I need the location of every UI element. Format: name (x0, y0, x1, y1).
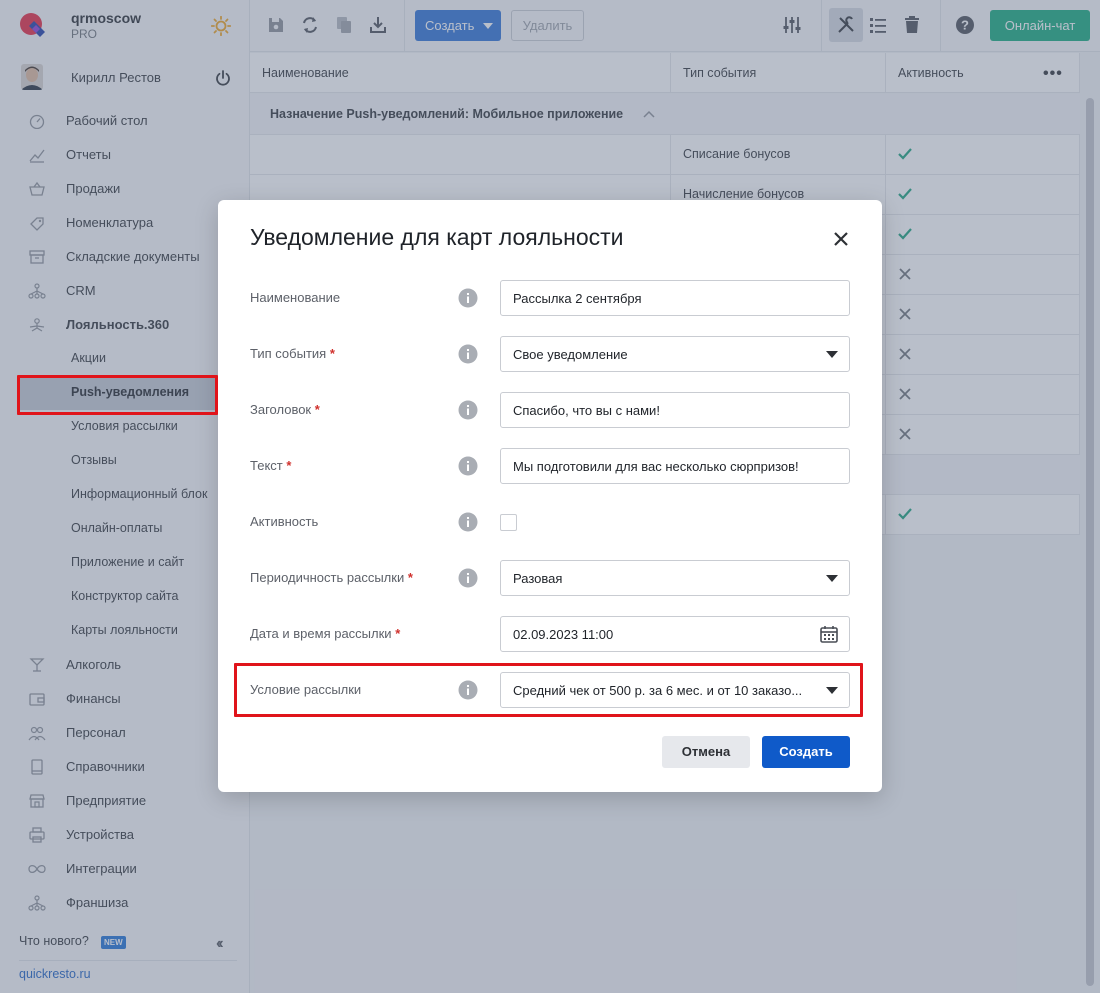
loyalty-notification-dialog: Уведомление для карт лояльности Наименов… (218, 200, 882, 792)
chevron-down-icon (826, 575, 838, 582)
info-icon[interactable] (458, 512, 478, 532)
chevron-down-icon (826, 351, 838, 358)
field-row-text: Текст * Мы подготовили для вас несколько… (218, 448, 882, 484)
select-value: Средний чек от 500 р. за 6 мес. и от 10 … (513, 683, 803, 698)
input-value: Мы подготовили для вас несколько сюрприз… (513, 459, 799, 474)
field-row-heading: Заголовок * Спасибо, что вы с нами! (218, 392, 882, 428)
create-submit-button[interactable]: Создать (762, 736, 850, 768)
info-icon[interactable] (458, 400, 478, 420)
field-label-text: Заголовок (250, 402, 312, 417)
event-type-select[interactable]: Свое уведомление (500, 336, 850, 372)
required-asterisk: * (407, 570, 413, 585)
cancel-button[interactable]: Отмена (662, 736, 750, 768)
field-label: Условие рассылки (250, 682, 362, 697)
info-icon[interactable] (458, 456, 478, 476)
condition-select[interactable]: Средний чек от 500 р. за 6 мес. и от 10 … (500, 672, 850, 708)
name-input[interactable]: Рассылка 2 сентября (500, 280, 850, 316)
required-asterisk: * (329, 346, 335, 361)
input-value: Спасибо, что вы с нами! (513, 403, 660, 418)
field-row-active: Активность (218, 504, 882, 540)
field-label-text: Периодичность рассылки (250, 570, 405, 585)
frequency-select[interactable]: Разовая (500, 560, 850, 596)
select-value: Свое уведомление (513, 347, 628, 362)
heading-input[interactable]: Спасибо, что вы с нами! (500, 392, 850, 428)
datetime-input[interactable]: 02.09.2023 11:00 (500, 616, 850, 652)
field-label: Текст * (250, 458, 291, 473)
field-label: Наименование (250, 290, 341, 305)
field-label-text: Текст (250, 458, 283, 473)
field-label: Периодичность рассылки * (250, 570, 413, 585)
dialog-title: Уведомление для карт лояльности (250, 224, 624, 250)
field-label: Заголовок * (250, 402, 320, 417)
field-label-text: Тип события (250, 346, 327, 361)
calendar-icon[interactable] (819, 624, 839, 644)
input-value: 02.09.2023 11:00 (513, 627, 614, 642)
info-icon[interactable] (458, 288, 478, 308)
field-label-text: Дата и время рассылки (250, 626, 392, 641)
field-row-frequency: Периодичность рассылки * Разовая (218, 560, 882, 596)
active-checkbox[interactable] (500, 514, 517, 531)
info-icon[interactable] (458, 680, 478, 700)
text-input[interactable]: Мы подготовили для вас несколько сюрприз… (500, 448, 850, 484)
info-icon[interactable] (458, 568, 478, 588)
field-row-condition: Условие рассылки Средний чек от 500 р. з… (218, 672, 882, 708)
required-asterisk: * (395, 626, 401, 641)
select-value: Разовая (513, 571, 563, 586)
field-row-name: Наименование Рассылка 2 сентября (218, 280, 882, 316)
field-label: Активность (250, 514, 319, 529)
required-asterisk: * (314, 402, 320, 417)
info-icon[interactable] (458, 344, 478, 364)
field-label: Тип события * (250, 346, 335, 361)
chevron-down-icon (826, 687, 838, 694)
field-row-datetime: Дата и время рассылки * 02.09.2023 11:00 (218, 616, 882, 652)
field-row-event-type: Тип события * Свое уведомление (218, 336, 882, 372)
input-value: Рассылка 2 сентября (513, 291, 642, 306)
required-asterisk: * (286, 458, 292, 473)
field-label: Дата и время рассылки * (250, 626, 400, 641)
close-icon[interactable] (832, 230, 850, 248)
